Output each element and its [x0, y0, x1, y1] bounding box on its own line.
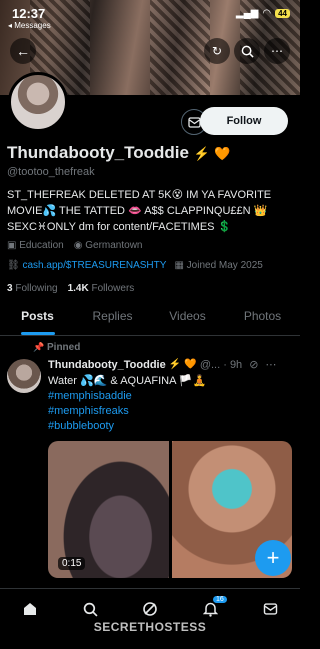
tab-replies[interactable]: Replies: [75, 306, 150, 335]
refresh-button[interactable]: ↻: [204, 38, 230, 64]
profile-avatar[interactable]: [8, 72, 68, 132]
envelope-icon: [187, 116, 201, 128]
nav-search[interactable]: [79, 598, 101, 620]
bell-icon: [202, 602, 218, 617]
video-duration: 0:15: [58, 557, 86, 570]
envelope-icon: [263, 603, 277, 615]
hashtag[interactable]: #bubblebooty: [48, 419, 206, 434]
post-author[interactable]: Thundabooty_Tooddie: [48, 359, 166, 371]
location-icon: ◉: [73, 240, 83, 251]
bottom-nav: [0, 588, 300, 649]
follow-button[interactable]: Follow: [200, 107, 288, 135]
nav-home[interactable]: [19, 598, 41, 620]
name-emojis: ⚡️ 🧡: [193, 147, 231, 162]
post-author-emojis: ⚡️ 🧡: [168, 359, 197, 370]
profile-name: Thundabooty_Tooddie ⚡️ 🧡: [7, 143, 231, 163]
briefcase-icon: ▣: [7, 240, 17, 251]
calendar-icon: ▦: [174, 260, 184, 271]
location: Germantown: [85, 240, 143, 251]
hashtag[interactable]: #memphisfreaks: [48, 404, 206, 419]
post-text: Water 💦🌊 & AQUAFINA 🏳️🧘: [48, 375, 207, 387]
followers-stat[interactable]: 1.4K Followers: [68, 283, 135, 294]
back-to-messages[interactable]: ◂ Messages: [8, 21, 51, 30]
arrow-left-icon: ←: [16, 43, 30, 59]
profile-meta-2: ⛓ cash.app/$TREASURENASHTY ▦ Joined May …: [7, 260, 263, 271]
profile-bio: ST_THEFREAK DELETED AT 5K😵 IM YA FAVORIT…: [7, 189, 272, 233]
system-icons: ▂▄▆ ◠ 44: [236, 8, 290, 19]
search-button[interactable]: [234, 38, 260, 64]
profile-tabs: Posts Replies Videos Photos: [0, 306, 300, 336]
tab-posts[interactable]: Posts: [0, 306, 75, 335]
post-body: Water 💦🌊 & AQUAFINA 🏳️🧘 #memphisbaddie #…: [48, 374, 206, 434]
profile-handle: @tootoo_thefreak: [7, 166, 95, 178]
plus-icon: +: [266, 545, 280, 570]
profile-meta: ▣ Education ◉ Germantown: [7, 240, 142, 251]
search-icon: [83, 602, 98, 617]
display-name: Thundabooty_Tooddie: [7, 143, 189, 162]
grok-icon: [143, 602, 157, 616]
wifi-icon: ◠: [262, 8, 272, 19]
battery-icon: 44: [275, 9, 290, 18]
category: Education: [19, 240, 64, 251]
profile-link[interactable]: cash.app/$TREASURENASHTY: [22, 260, 166, 271]
follow-stats: 3 Following 1.4K Followers: [7, 283, 134, 294]
notification-badge: 16: [213, 596, 227, 603]
refresh-icon: ↻: [211, 44, 223, 58]
joined-date: Joined May 2025: [186, 260, 263, 271]
hashtag[interactable]: #memphisbaddie: [48, 389, 206, 404]
compose-button[interactable]: +: [255, 540, 291, 576]
home-icon: [24, 603, 36, 615]
post-avatar[interactable]: [7, 359, 41, 393]
post-header: Thundabooty_Tooddie ⚡️ 🧡 @... · 9h ⊘ ⋯: [48, 358, 276, 372]
grok-icon[interactable]: ⊘: [249, 358, 258, 371]
tab-videos[interactable]: Videos: [150, 306, 225, 335]
nav-messages[interactable]: [259, 598, 281, 620]
signal-icon: ▂▄▆: [235, 8, 259, 19]
search-icon: [241, 45, 254, 58]
more-horizontal-icon[interactable]: ⋯: [265, 358, 276, 371]
link-icon: ⛓: [7, 260, 20, 271]
pin-icon: 📌: [33, 342, 45, 352]
post-meta: @... · 9h: [199, 358, 243, 371]
back-button[interactable]: ←: [10, 38, 36, 64]
more-options-button[interactable]: ⋯: [264, 38, 290, 64]
watermark: SECRETHOSTESS: [93, 620, 207, 634]
nav-grok[interactable]: [139, 598, 161, 620]
pinned-label: Pinned: [47, 342, 81, 353]
following-stat[interactable]: 3 Following: [7, 283, 58, 294]
tab-photos[interactable]: Photos: [225, 306, 300, 335]
clock: 12:37: [12, 6, 46, 21]
more-horizontal-icon: ⋯: [271, 44, 283, 58]
